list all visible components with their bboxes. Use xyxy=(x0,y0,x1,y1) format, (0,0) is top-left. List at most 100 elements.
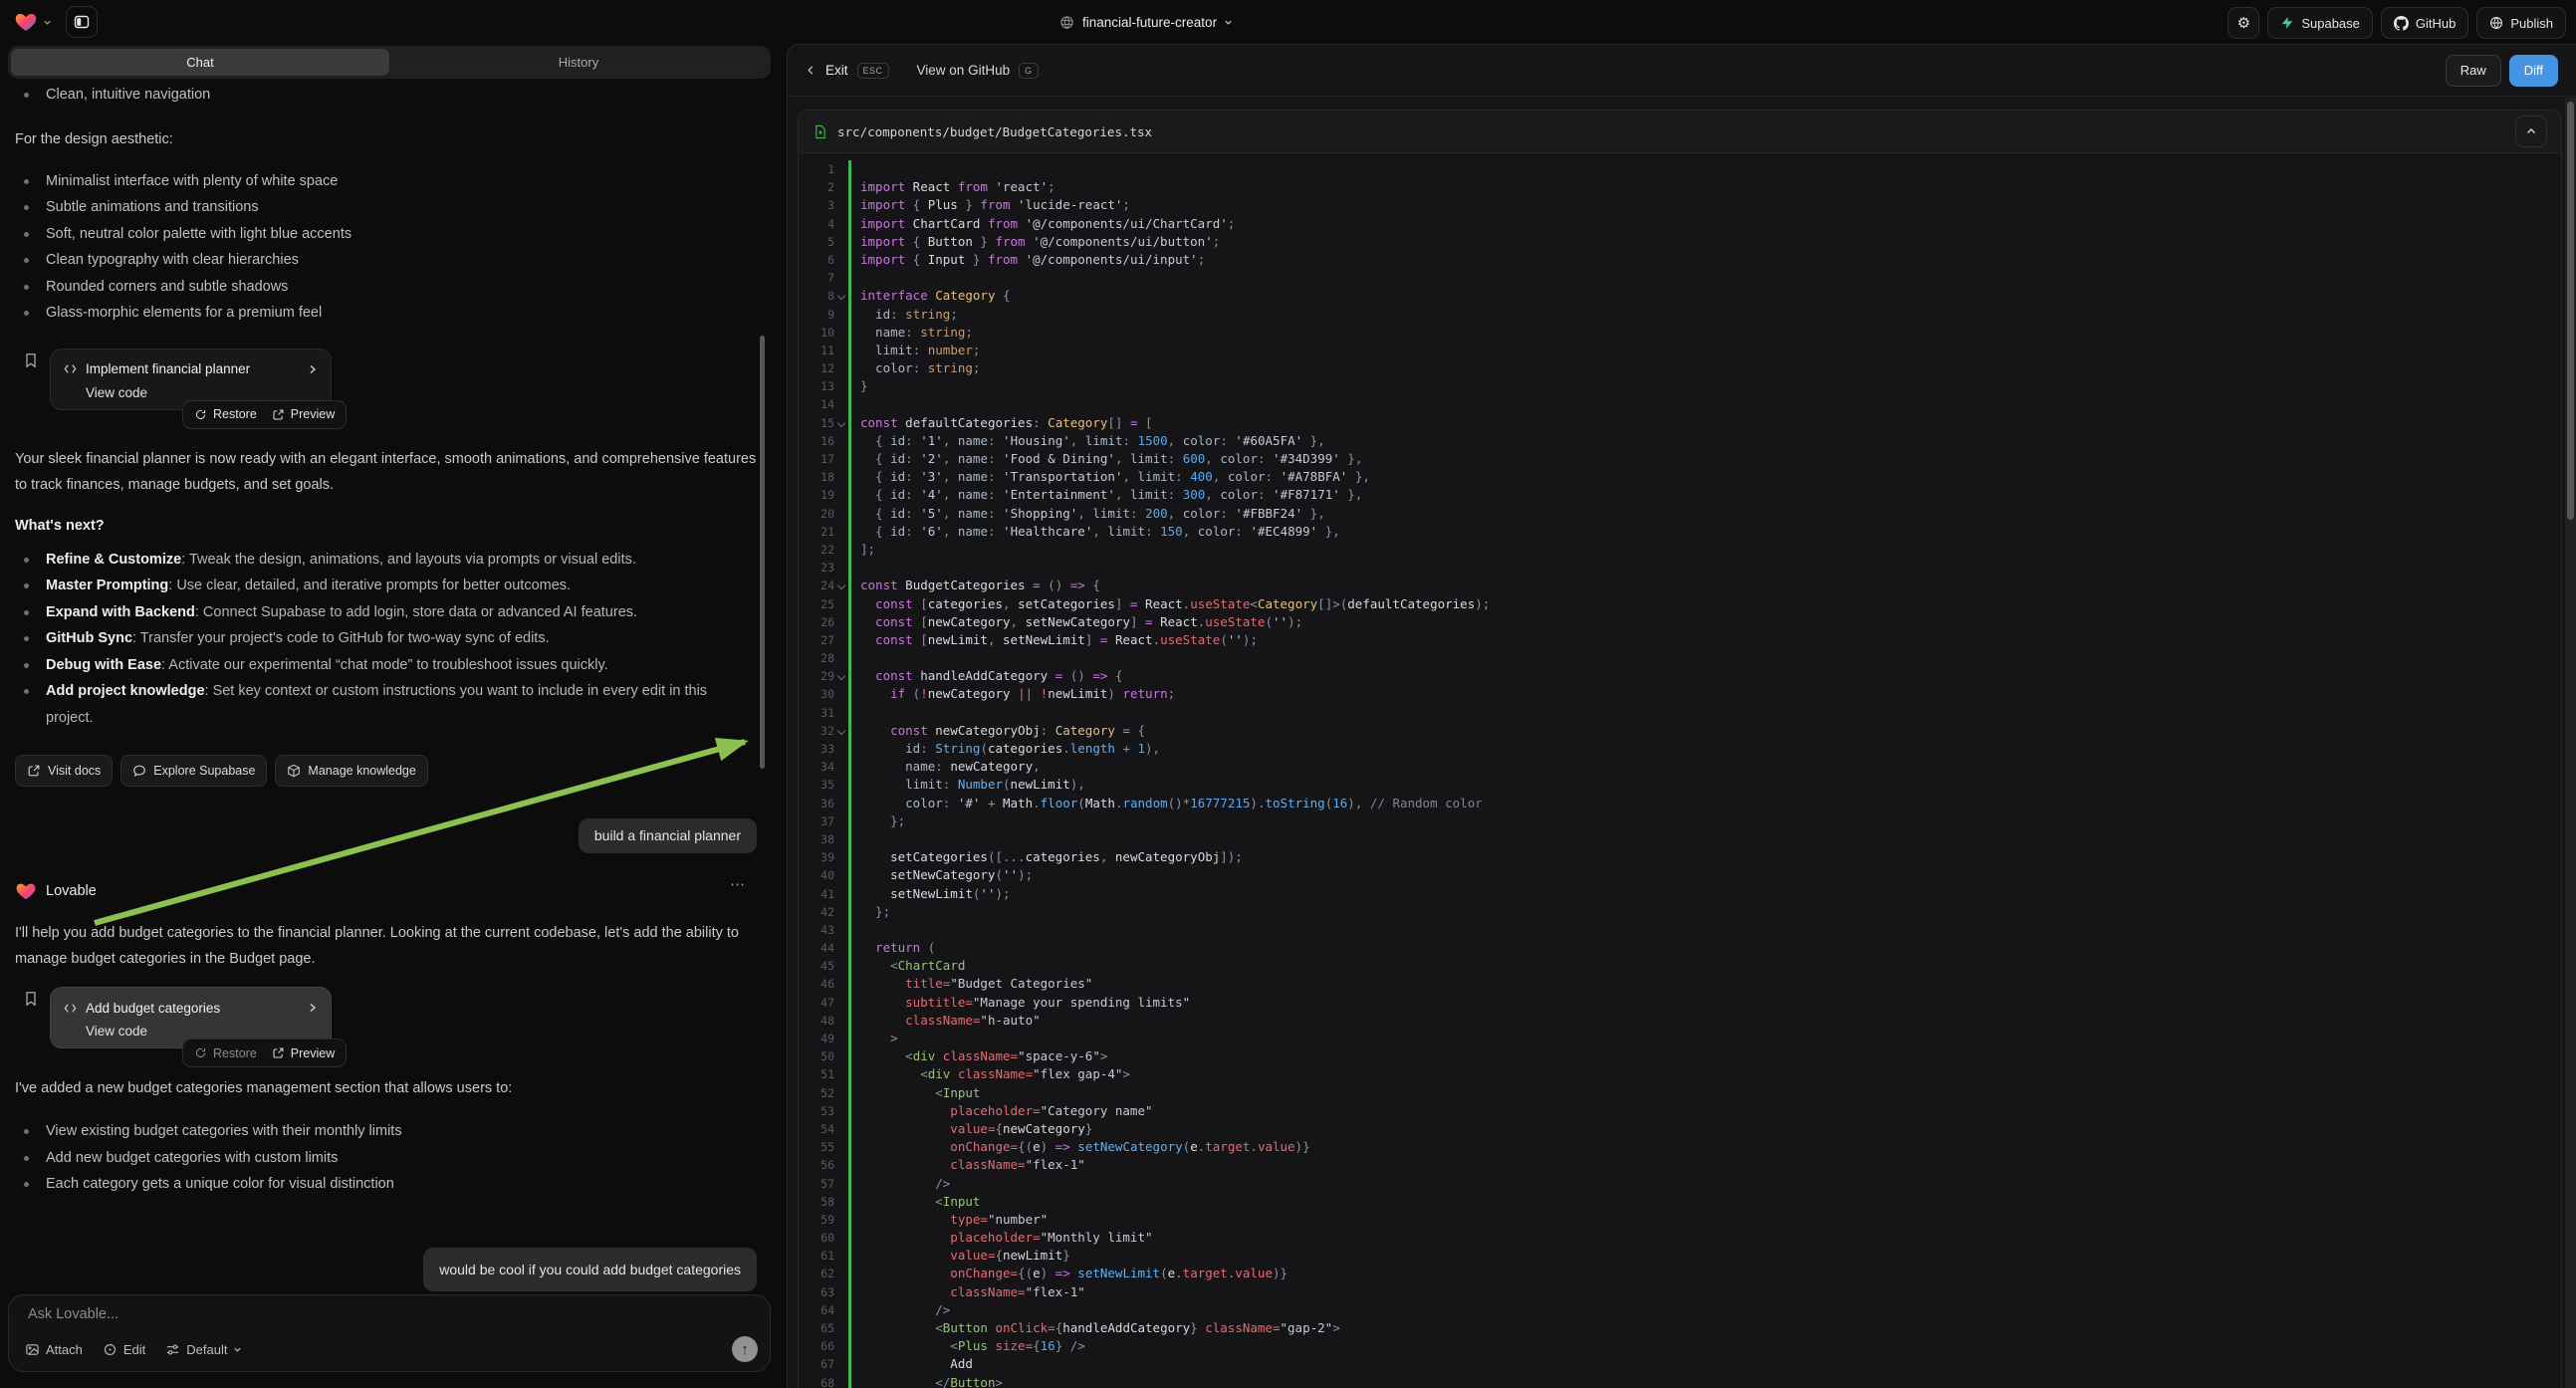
chevron-right-icon xyxy=(307,363,319,375)
line-number: 62 xyxy=(807,1265,834,1282)
line-number: 52 xyxy=(807,1084,834,1102)
preview-button[interactable]: Preview xyxy=(272,407,335,421)
code-line: 67 Add xyxy=(799,1355,2561,1373)
code-line: 34 name: newCategory, xyxy=(799,758,2561,776)
file-path: src/components/budget/BudgetCategories.t… xyxy=(837,124,2505,139)
diff-toggle-button[interactable]: Diff xyxy=(2509,55,2558,87)
code-line: 21 { id: '6', name: 'Healthcare', limit:… xyxy=(799,523,2561,541)
supabase-button[interactable]: Supabase xyxy=(2267,7,2373,39)
code-line: 49 > xyxy=(799,1030,2561,1047)
code-line: 6import { Input } from '@/components/ui/… xyxy=(799,251,2561,269)
logo-chevron-down-icon[interactable] xyxy=(43,18,52,27)
mode-selector[interactable]: Default xyxy=(165,1342,242,1357)
line-number: 37 xyxy=(807,812,834,830)
fold-chevron-icon[interactable] xyxy=(837,581,845,589)
line-number: 42 xyxy=(807,903,834,921)
restore-button[interactable]: Restore xyxy=(194,1046,257,1060)
line-number: 31 xyxy=(807,704,834,722)
line-number: 20 xyxy=(807,505,834,523)
more-options-icon[interactable]: ⋯ xyxy=(730,875,747,893)
list-item: Clean typography with clear hierarchies xyxy=(15,247,757,274)
restore-button[interactable]: Restore xyxy=(194,407,257,421)
list-item: Subtle animations and transitions xyxy=(15,194,757,221)
line-number: 40 xyxy=(807,866,834,884)
edit-card-title: Add budget categories xyxy=(86,1001,299,1016)
visit-docs-button[interactable]: Visit docs xyxy=(15,755,113,787)
design-bullet-list: Minimalist interface with plenty of whit… xyxy=(15,168,757,327)
send-button[interactable]: ↑ xyxy=(732,1336,758,1362)
fold-chevron-icon[interactable] xyxy=(837,418,845,426)
code-scrollbar-track[interactable] xyxy=(2565,98,2576,1388)
gear-icon: ⚙ xyxy=(2237,16,2250,31)
view-on-github-button[interactable]: View on GitHub G xyxy=(917,63,1039,79)
code-line: 24const BudgetCategories = () => { xyxy=(799,577,2561,594)
chevron-up-icon xyxy=(2525,125,2537,137)
code-line: 65 <Button onClick={handleAddCategory} c… xyxy=(799,1319,2561,1337)
lovable-logo[interactable] xyxy=(14,10,38,34)
code-line: 13} xyxy=(799,377,2561,395)
file-header: src/components/budget/BudgetCategories.t… xyxy=(799,111,2561,153)
raw-toggle-button[interactable]: Raw xyxy=(2446,55,2501,87)
fold-chevron-icon[interactable] xyxy=(837,292,845,300)
code-line: 42 }; xyxy=(799,903,2561,921)
github-icon xyxy=(2394,16,2409,31)
list-item: Expand with Backend: Connect Supabase to… xyxy=(15,599,757,626)
next-steps-list: Refine & Customize: Tweak the design, an… xyxy=(15,547,757,732)
code-line: 26 const [newCategory, setNewCategory] =… xyxy=(799,613,2561,631)
list-item: Debug with Ease: Activate our experiment… xyxy=(15,652,757,679)
tab-history[interactable]: History xyxy=(389,49,768,76)
list-item: Master Prompting: Use clear, detailed, a… xyxy=(15,573,757,599)
chat-scrollbar[interactable] xyxy=(760,336,765,769)
code-lines[interactable]: 12import React from 'react';3import { Pl… xyxy=(799,153,2561,1388)
edit-card-add-budget-categories: Add budget categories View code Restore xyxy=(50,987,332,1048)
preview-button[interactable]: Preview xyxy=(272,1046,335,1060)
chat-messages[interactable]: Clean, intuitive navigation For the desi… xyxy=(0,79,779,1294)
line-number: 54 xyxy=(807,1120,834,1138)
line-number: 22 xyxy=(807,541,834,559)
code-line: 40 setNewCategory(''); xyxy=(799,866,2561,884)
fold-chevron-icon[interactable] xyxy=(837,672,845,680)
sidebar-toggle-button[interactable] xyxy=(66,6,98,38)
bookmark-icon[interactable] xyxy=(23,991,39,1007)
assistant-paragraph: I'll help you add budget categories to t… xyxy=(15,920,757,972)
list-item: Add project knowledge: Set key context o… xyxy=(15,678,757,731)
edit-card-implement-planner: Implement financial planner View code Re… xyxy=(50,348,332,410)
chevron-down-icon xyxy=(233,1345,242,1354)
line-number: 18 xyxy=(807,468,834,486)
assistant-paragraph: Your sleek financial planner is now read… xyxy=(15,446,757,498)
code-line: 50 <div className="space-y-6"> xyxy=(799,1047,2561,1065)
manage-knowledge-button[interactable]: Manage knowledge xyxy=(275,755,427,787)
restore-preview-toolbar: Restore Preview xyxy=(182,1039,347,1067)
edit-tool-button[interactable]: Edit xyxy=(103,1342,145,1357)
collapse-file-button[interactable] xyxy=(2515,116,2547,147)
image-icon xyxy=(25,1342,40,1357)
publish-button[interactable]: Publish xyxy=(2476,7,2566,39)
code-line: 36 color: '#' + Math.floor(Math.random()… xyxy=(799,795,2561,812)
code-line: 29 const handleAddCategory = () => { xyxy=(799,667,2561,685)
tab-chat[interactable]: Chat xyxy=(11,49,389,76)
attach-button[interactable]: Attach xyxy=(25,1342,83,1357)
code-line: 63 className="flex-1" xyxy=(799,1283,2561,1301)
external-link-icon xyxy=(27,764,41,778)
line-number: 34 xyxy=(807,758,834,776)
code-line: 54 value={newCategory} xyxy=(799,1120,2561,1138)
project-selector[interactable]: financial-future-creator xyxy=(1059,0,1233,44)
github-button[interactable]: GitHub xyxy=(2381,7,2468,39)
restore-preview-toolbar: Restore Preview xyxy=(182,400,347,429)
code-scrollbar-thumb[interactable] xyxy=(2567,102,2574,520)
code-line: 66 <Plus size={16} /> xyxy=(799,1337,2561,1355)
line-number: 23 xyxy=(807,559,834,577)
bookmark-icon[interactable] xyxy=(23,352,39,368)
explore-supabase-button[interactable]: Explore Supabase xyxy=(120,755,267,787)
restore-icon xyxy=(194,1046,207,1059)
chat-input[interactable] xyxy=(26,1305,753,1323)
lovable-avatar xyxy=(15,880,37,902)
settings-button[interactable]: ⚙ xyxy=(2227,7,2259,39)
line-number: 8 xyxy=(807,287,834,305)
panel-left-icon xyxy=(74,14,90,30)
list-item: Add new budget categories with custom li… xyxy=(15,1145,757,1172)
code-line: 59 type="number" xyxy=(799,1211,2561,1229)
exit-button[interactable]: Exit ESC xyxy=(806,63,889,79)
fold-chevron-icon[interactable] xyxy=(837,727,845,735)
code-line: 41 setNewLimit(''); xyxy=(799,885,2561,903)
